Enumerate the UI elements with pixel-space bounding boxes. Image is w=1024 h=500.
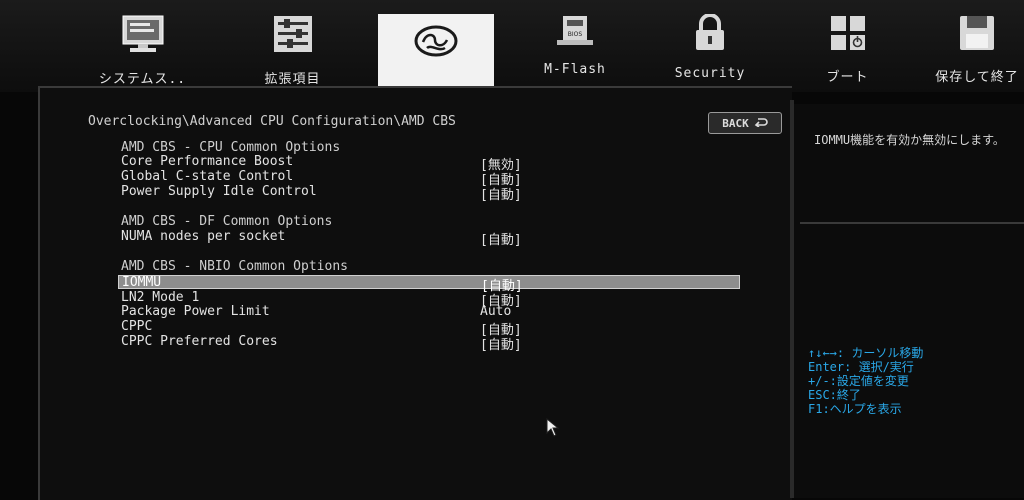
bios-chip-icon: BIOS <box>555 14 595 52</box>
setting-row-package-power-limit[interactable]: Package Power Limit Auto <box>118 304 738 319</box>
power-grid-icon <box>829 14 867 56</box>
setting-row-ln2-mode-1[interactable]: LN2 Mode 1 [自動] <box>118 290 738 309</box>
brain-icon <box>413 22 459 64</box>
setting-row-numa-nodes-per-socket[interactable]: NUMA nodes per socket [自動] <box>118 229 738 248</box>
settings-sliders-icon <box>272 14 314 58</box>
tab-settings[interactable]: 拡張項目 <box>240 6 345 88</box>
setting-row-cppc[interactable]: CPPC [自動] <box>118 319 738 338</box>
setting-label: Package Power Limit <box>121 304 270 319</box>
return-arrow-icon <box>754 117 768 130</box>
key-help-item: +/-:設定値を変更 <box>808 374 909 388</box>
tab-label: ブート <box>826 70 869 85</box>
setting-value: [自動] <box>480 338 522 353</box>
tab-save-exit[interactable]: 保存して終了 <box>930 6 1024 88</box>
setting-label: IOMMU <box>122 275 162 290</box>
svg-text:BIOS: BIOS <box>568 31 583 38</box>
breadcrumb: Overclocking\Advanced CPU Configuration\… <box>88 114 456 129</box>
tab-boot[interactable]: ブート <box>800 6 895 88</box>
top-navigation: システムス.. 拡張項目 BIOS M-Flash Security ブート 保… <box>0 0 1024 92</box>
section-title-df: AMD CBS - DF Common Options <box>121 214 333 229</box>
tab-label: M-Flash <box>544 62 606 77</box>
section-title-nbio: AMD CBS - NBIO Common Options <box>121 259 348 274</box>
setting-label: Global C-state Control <box>121 169 294 184</box>
mouse-cursor-icon <box>546 417 562 442</box>
setting-row-power-supply-idle-control[interactable]: Power Supply Idle Control [自動] <box>118 184 738 203</box>
lock-icon <box>692 13 728 56</box>
setting-row-cppc-preferred-cores[interactable]: CPPC Preferred Cores [自動] <box>118 334 738 353</box>
help-panel <box>794 104 1024 498</box>
tab-label: システムス.. <box>98 72 187 87</box>
key-help-item: ↑↓←→: カーソル移動 <box>808 346 924 360</box>
key-help-item: F1:ヘルプを表示 <box>808 402 902 416</box>
setting-label: CPPC Preferred Cores <box>121 334 278 349</box>
monitor-icon <box>120 14 166 58</box>
help-description: IOMMU機能を有効か無効にします。 <box>814 133 1005 147</box>
tab-m-flash[interactable]: BIOS M-Flash <box>525 6 625 88</box>
tab-label: Security <box>674 66 746 81</box>
setting-value: [自動] <box>480 188 522 203</box>
setting-label: Power Supply Idle Control <box>121 184 317 199</box>
tab-overclocking[interactable] <box>378 14 494 86</box>
setting-value: Auto <box>480 304 512 319</box>
tab-security[interactable]: Security <box>660 6 760 88</box>
tab-system-status[interactable]: システムス.. <box>85 6 200 88</box>
section-title-cpu: AMD CBS - CPU Common Options <box>121 140 341 155</box>
tab-label: 拡張項目 <box>264 72 321 87</box>
floppy-disk-icon <box>958 14 996 56</box>
setting-row-iommu[interactable]: IOMMU [自動] <box>118 275 740 294</box>
setting-label: CPPC <box>121 319 153 334</box>
back-button[interactable]: BACK <box>708 112 782 134</box>
setting-row-global-c-state-control[interactable]: Global C-state Control [自動] <box>118 169 738 188</box>
key-help-item: Enter: 選択/実行 <box>808 360 914 374</box>
setting-value: [自動] <box>480 233 522 248</box>
setting-label: NUMA nodes per socket <box>121 229 286 244</box>
setting-label: LN2 Mode 1 <box>121 290 200 305</box>
help-divider <box>800 222 1024 224</box>
setting-label: Core Performance Boost <box>121 154 294 169</box>
setting-row-core-performance-boost[interactable]: Core Performance Boost [無効] <box>118 154 738 173</box>
key-help-list: ↑↓←→: カーソル移動 Enter: 選択/実行 +/-:設定値を変更 ESC… <box>808 346 923 416</box>
tab-label: 保存して終了 <box>935 70 1019 85</box>
key-help-item: ESC:終了 <box>808 388 861 402</box>
back-label: BACK <box>722 116 749 130</box>
